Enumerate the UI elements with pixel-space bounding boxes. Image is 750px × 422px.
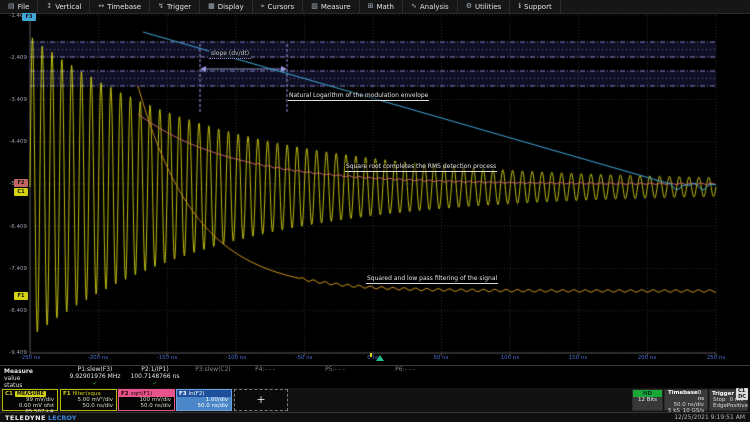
x-axis-label: -100 ns xyxy=(216,355,256,361)
y-axis-label: -8.409 xyxy=(0,308,27,314)
footer-bar: TELEDYNE LECROY 12/25/2021 9:19:51 AM xyxy=(0,412,750,422)
x-axis-label: -200 ns xyxy=(78,355,118,361)
y-axis-label: -6.409 xyxy=(0,224,27,230)
timebase-box[interactable]: Timebase 0 ns 50.0 ns/div 5 kS 10 GS/s xyxy=(664,389,708,411)
timebase-delay: 0 ns xyxy=(698,390,704,402)
x-axis-label: 150 ns xyxy=(558,355,598,361)
ln-annotation: Natural Logarithm of the modulation enve… xyxy=(288,92,429,101)
y-axis-label: -4.409 xyxy=(0,139,27,145)
f2-label: F2 xyxy=(121,391,129,397)
f1-label: F1 xyxy=(63,391,71,397)
p4-header[interactable]: P4:- - - xyxy=(230,366,300,373)
oscilloscope-screen: ▤File ↕Vertical ↔Timebase ↯Trigger ▦Disp… xyxy=(0,0,750,422)
f3-descriptor-box-selected[interactable]: F3 ln(F2) 1.00/div 50.0 ns/div xyxy=(176,389,232,411)
brand-logo: TELEDYNE LECROY xyxy=(5,414,76,422)
p2-value: 100.7148766 ns xyxy=(120,373,190,380)
brand-lecroy: LECROY xyxy=(48,414,76,422)
c1-descriptor-box[interactable]: C1 MEASURE 99 mV/div 0.00 mV ofst 85.587… xyxy=(2,389,58,411)
measure-table: Measure value status P1:slew(F3) 9.92901… xyxy=(0,365,750,388)
f3-label: F3 xyxy=(179,391,187,397)
x-axis-label: 250 ns xyxy=(696,355,736,361)
p5-header[interactable]: P5:- - - xyxy=(300,366,370,373)
trigger-title: Trigger xyxy=(712,391,734,397)
x-axis-label: 100 ns xyxy=(490,355,530,361)
datetime: 12/25/2021 9:19:51 AM xyxy=(674,414,745,421)
c1-label: C1 xyxy=(5,391,13,397)
measure-row-label: Measure xyxy=(4,368,33,375)
f2-descriptor-box[interactable]: F2 sqrt(F1) 100 mV/div 50.0 ns/div xyxy=(118,389,175,411)
y-axis-label: -3.409 xyxy=(0,97,27,103)
brand-teledyne: TELEDYNE xyxy=(5,414,46,422)
f1-function: filter(squa xyxy=(73,391,101,397)
measure-column-p4: P4:- - - xyxy=(230,366,300,373)
c1-level-tag[interactable]: C1 xyxy=(14,188,28,196)
x-axis-label: 200 ns xyxy=(627,355,667,361)
hd-badge[interactable]: HD 12 Bits xyxy=(632,389,663,411)
x-axis-label: -150 ns xyxy=(147,355,187,361)
hd-bits: 12 Bits xyxy=(633,397,662,403)
y-axis-label: -2.409 xyxy=(0,55,27,61)
x-axis-label: -250 ns xyxy=(10,355,50,361)
value-row-label: value xyxy=(4,375,20,382)
measure-column-p5: P5:- - - xyxy=(300,366,370,373)
hd-label: HD xyxy=(633,390,662,397)
f1-descriptor-box[interactable]: F1 filter(squa 5.00 mV²/div 50.0 ns/div xyxy=(60,389,117,411)
x-axis-label: 50 ns xyxy=(421,355,461,361)
f3-tdiv: 50.0 ns/div xyxy=(180,403,228,409)
timebase-title: Timebase xyxy=(668,390,698,402)
sqrt-annotation: Square root completes the RMS detection … xyxy=(345,163,497,172)
measure-column-p6: P6:- - - xyxy=(370,366,440,373)
y-axis-label: -7.409 xyxy=(0,266,27,272)
trigger-slope: Positive xyxy=(727,403,748,409)
p6-header[interactable]: P6:- - - xyxy=(370,366,440,373)
slope-annotation: slope (dv/dt) xyxy=(209,50,251,59)
trigger-type: Edge xyxy=(713,403,727,409)
f1-level-tag[interactable]: F1 xyxy=(14,292,28,300)
descriptor-strip: C1 MEASURE 99 mV/div 0.00 mV ofst 85.587… xyxy=(0,388,750,412)
f2-tdiv: 50.0 ns/div xyxy=(122,403,171,409)
x-axis-label: 0 ns xyxy=(353,355,393,361)
f2-level-tag[interactable]: F2 xyxy=(14,179,28,187)
f3-level-tag[interactable]: F3 xyxy=(22,13,36,21)
trigger-position-marker[interactable] xyxy=(376,355,384,361)
c1-mode-chip: MEASURE xyxy=(15,391,46,397)
squared-annotation: Squared and low pass filtering of the si… xyxy=(366,275,498,284)
trigger-box[interactable]: Trigger C1 DC Stop 0 mV Edge Positive xyxy=(709,389,748,411)
x-axis-label: -50 ns xyxy=(284,355,324,361)
zero-time-tick xyxy=(370,353,372,357)
p2-status-check: ✓ xyxy=(120,380,190,387)
f1-tdiv: 50.0 ns/div xyxy=(64,403,113,409)
f3-function: ln(F2) xyxy=(189,391,205,397)
f2-function: sqrt(F1) xyxy=(131,391,153,397)
add-trace-button[interactable]: + xyxy=(234,389,288,411)
